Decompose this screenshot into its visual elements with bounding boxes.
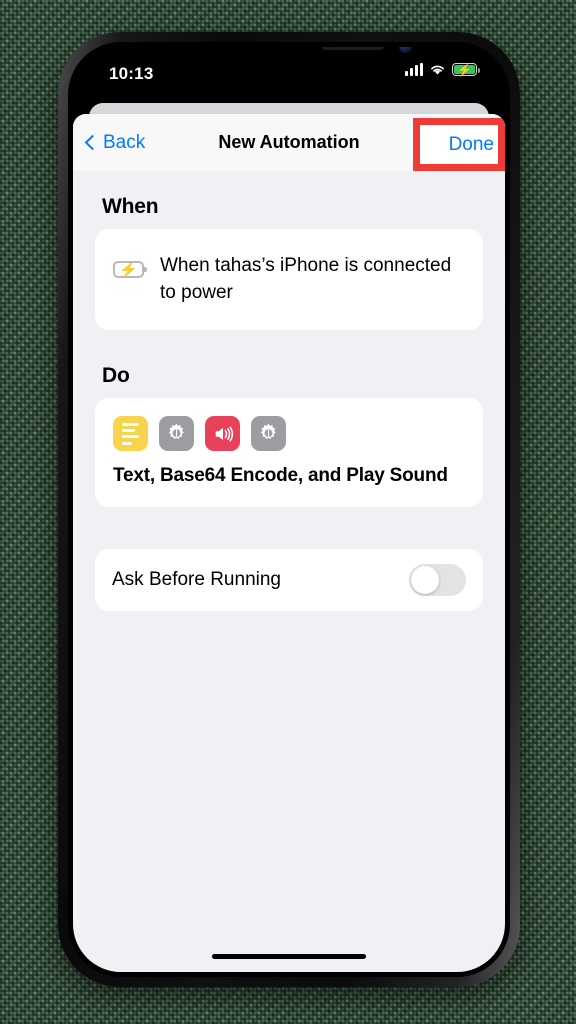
notch <box>203 47 412 73</box>
sheet-content: When ⚡ When tahas’s iPhone is connected … <box>73 195 505 612</box>
new-automation-modal-sheet: Back New Automation Done When ⚡ When tah… <box>73 114 505 972</box>
action-icon-row <box>113 416 465 452</box>
phone-device-frame: 10:13 ⚡ Back New Automation Done When ⚡ … <box>58 32 520 987</box>
phone-screen: 10:13 ⚡ Back New Automation Done When ⚡ … <box>73 47 505 972</box>
done-button[interactable]: Done <box>449 134 498 156</box>
do-actions-text: Text, Base64 Encode, and Play Sound <box>113 465 448 487</box>
gear-icon <box>168 423 184 440</box>
done-button-highlight-annotation: Done <box>413 118 505 171</box>
toggle-knob <box>411 566 439 595</box>
status-bar: 10:13 ⚡ <box>73 47 505 105</box>
back-button-label: Back <box>103 131 146 153</box>
navigation-bar: Back New Automation Done <box>73 114 505 171</box>
do-section-heading: Do <box>102 364 130 388</box>
when-trigger-text: When tahas’s iPhone is connected to powe… <box>160 255 452 303</box>
home-indicator[interactable] <box>212 954 366 959</box>
when-trigger-card[interactable]: ⚡ When tahas’s iPhone is connected to po… <box>95 229 483 331</box>
battery-charging-icon: ⚡ <box>113 261 147 278</box>
gear-action-icon <box>251 416 286 452</box>
ask-before-running-toggle[interactable] <box>409 564 466 597</box>
earpiece-speaker-icon <box>322 47 384 50</box>
chevron-left-icon <box>84 134 101 151</box>
ask-before-running-row[interactable]: Ask Before Running <box>95 549 483 612</box>
speaker-wave-icon <box>215 426 233 442</box>
wifi-icon <box>431 65 444 75</box>
battery-bolt-icon: ⚡ <box>119 261 138 278</box>
phone-bezel: 10:13 ⚡ Back New Automation Done When ⚡ … <box>68 42 510 977</box>
back-button[interactable]: Back <box>84 131 146 154</box>
gear-action-icon <box>159 416 194 452</box>
do-actions-card[interactable]: Text, Base64 Encode, and Play Sound <box>95 398 483 508</box>
gear-icon <box>260 423 276 440</box>
when-section-heading: When <box>102 195 159 218</box>
status-bar-time: 10:13 <box>109 64 154 83</box>
status-bar-indicators: ⚡ <box>405 62 481 77</box>
text-action-icon <box>113 416 148 452</box>
play-sound-action-icon <box>205 416 240 452</box>
cellular-signal-icon <box>405 63 423 76</box>
battery-bolt-icon: ⚡ <box>457 62 472 77</box>
front-camera-icon <box>399 47 412 53</box>
battery-charging-icon: ⚡ <box>452 62 481 77</box>
ask-before-running-label: Ask Before Running <box>112 569 281 591</box>
